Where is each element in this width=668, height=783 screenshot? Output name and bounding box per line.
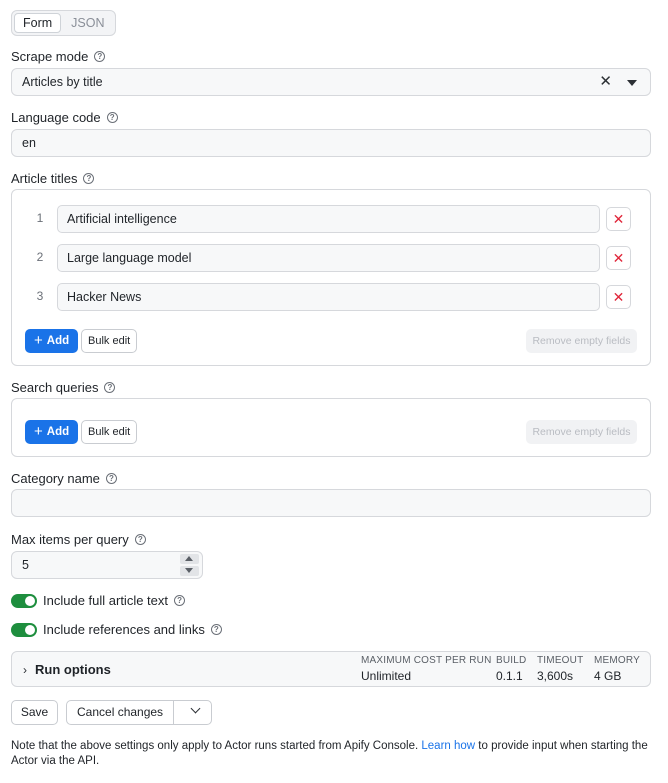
max-items-label: Max items per query ? bbox=[11, 532, 146, 547]
remove-icon[interactable]: ✕ bbox=[606, 285, 631, 309]
list-item: 1 Artificial intelligence ✕ bbox=[12, 205, 650, 233]
row-number: 2 bbox=[36, 250, 44, 264]
full-text-toggle[interactable] bbox=[11, 593, 37, 608]
add-button[interactable]: + Add bbox=[25, 420, 79, 444]
help-icon[interactable]: ? bbox=[105, 473, 117, 484]
help-icon[interactable]: ? bbox=[174, 595, 186, 606]
toggle-knob bbox=[25, 595, 35, 606]
note-text-before: Note that the above settings only apply … bbox=[11, 740, 422, 752]
cancel-changes-label: Cancel changes bbox=[77, 705, 164, 719]
category-name-label: Category name ? bbox=[11, 471, 117, 486]
article-titles-label: Article titles ? bbox=[11, 171, 95, 186]
max-items-label-text: Max items per query bbox=[11, 532, 129, 547]
run-option-build: BUILD 0.1.1 bbox=[496, 655, 526, 683]
list-item: 2 Large language model ✕ bbox=[12, 244, 650, 272]
scrape-mode-select[interactable]: Articles by title ✕ bbox=[11, 68, 651, 96]
max-items-stepper[interactable]: 5 bbox=[11, 551, 203, 579]
language-code-input[interactable]: en bbox=[11, 129, 651, 157]
add-button[interactable]: + Add bbox=[25, 329, 79, 353]
row-number: 3 bbox=[36, 289, 44, 303]
run-option-cost: MAXIMUM COST PER RUN Unlimited bbox=[361, 655, 492, 683]
tab-form[interactable]: Form bbox=[14, 13, 62, 33]
save-button[interactable]: Save bbox=[11, 700, 58, 725]
article-titles-label-text: Article titles bbox=[11, 171, 78, 186]
run-option-value: Unlimited bbox=[361, 669, 412, 683]
chevron-down-icon[interactable] bbox=[190, 703, 201, 714]
article-title-input[interactable]: Hacker News bbox=[57, 283, 600, 311]
remove-empty-fields-button[interactable]: Remove empty fields bbox=[526, 329, 637, 353]
scrape-mode-value: Articles by title bbox=[22, 75, 103, 89]
remove-icon[interactable]: ✕ bbox=[606, 207, 631, 231]
clear-icon[interactable]: ✕ bbox=[599, 69, 612, 95]
full-text-toggle-row: Include full article text ? bbox=[11, 593, 186, 608]
add-button-label: Add bbox=[46, 426, 70, 438]
chevron-right-icon[interactable]: › bbox=[23, 663, 27, 677]
help-icon[interactable]: ? bbox=[83, 173, 95, 184]
help-icon[interactable]: ? bbox=[94, 51, 106, 62]
run-option-heading: BUILD bbox=[496, 655, 527, 666]
run-option-memory: MEMORY 4 GB bbox=[594, 655, 640, 683]
scrape-mode-label: Scrape mode ? bbox=[11, 49, 106, 64]
increment-icon[interactable] bbox=[180, 554, 199, 564]
run-option-heading: MAXIMUM COST PER RUN bbox=[361, 655, 492, 666]
run-options-panel[interactable]: › Run options MAXIMUM COST PER RUN Unlim… bbox=[11, 651, 651, 687]
list-item: 3 Hacker News ✕ bbox=[12, 283, 650, 311]
search-queries-label: Search queries ? bbox=[11, 380, 116, 395]
category-name-input[interactable] bbox=[11, 489, 651, 517]
help-icon[interactable]: ? bbox=[134, 534, 146, 545]
add-button-label: Add bbox=[46, 335, 70, 347]
remove-icon[interactable]: ✕ bbox=[606, 246, 631, 270]
run-option-timeout: TIMEOUT 3,600s bbox=[537, 655, 583, 683]
search-queries-box: + Add Bulk edit Remove empty fields bbox=[11, 398, 651, 457]
run-option-value: 3,600s bbox=[537, 669, 574, 683]
search-queries-label-text: Search queries bbox=[11, 380, 99, 395]
cancel-changes-button[interactable]: Cancel changes bbox=[66, 700, 212, 725]
references-toggle-row: Include references and links ? bbox=[11, 622, 222, 637]
full-text-label: Include full article text bbox=[43, 593, 169, 608]
article-title-input[interactable]: Large language model bbox=[57, 244, 600, 272]
bulk-edit-button[interactable]: Bulk edit bbox=[81, 420, 138, 444]
references-toggle[interactable] bbox=[11, 622, 37, 637]
article-title-input[interactable]: Artificial intelligence bbox=[57, 205, 600, 233]
max-items-value: 5 bbox=[22, 558, 29, 572]
plus-icon: + bbox=[34, 332, 43, 349]
language-code-label-text: Language code bbox=[11, 110, 101, 125]
help-icon[interactable]: ? bbox=[104, 382, 116, 393]
chevron-down-icon[interactable] bbox=[627, 80, 637, 86]
run-options-title[interactable]: Run options bbox=[35, 662, 111, 677]
footer-note: Note that the above settings only apply … bbox=[11, 739, 659, 769]
decrement-icon[interactable] bbox=[180, 566, 199, 576]
references-label: Include references and links bbox=[43, 622, 205, 637]
divider bbox=[173, 701, 174, 724]
remove-empty-fields-button[interactable]: Remove empty fields bbox=[526, 420, 637, 444]
help-icon[interactable]: ? bbox=[210, 624, 222, 635]
plus-icon: + bbox=[34, 423, 43, 440]
run-option-heading: MEMORY bbox=[594, 655, 641, 666]
learn-how-link[interactable]: Learn how bbox=[421, 740, 475, 752]
run-option-value: 4 GB bbox=[594, 669, 622, 683]
run-option-value: 0.1.1 bbox=[496, 669, 523, 683]
view-switch: Form JSON bbox=[11, 10, 116, 36]
toggle-knob bbox=[25, 624, 35, 635]
article-titles-box: 1 Artificial intelligence ✕ 2 Large lang… bbox=[11, 189, 651, 366]
tab-json[interactable]: JSON bbox=[63, 13, 112, 33]
run-option-heading: TIMEOUT bbox=[537, 655, 584, 666]
language-code-label: Language code ? bbox=[11, 110, 118, 125]
help-icon[interactable]: ? bbox=[106, 112, 118, 123]
category-name-label-text: Category name bbox=[11, 471, 100, 486]
bulk-edit-button[interactable]: Bulk edit bbox=[81, 329, 138, 353]
scrape-mode-label-text: Scrape mode bbox=[11, 49, 89, 64]
row-number: 1 bbox=[36, 211, 44, 225]
